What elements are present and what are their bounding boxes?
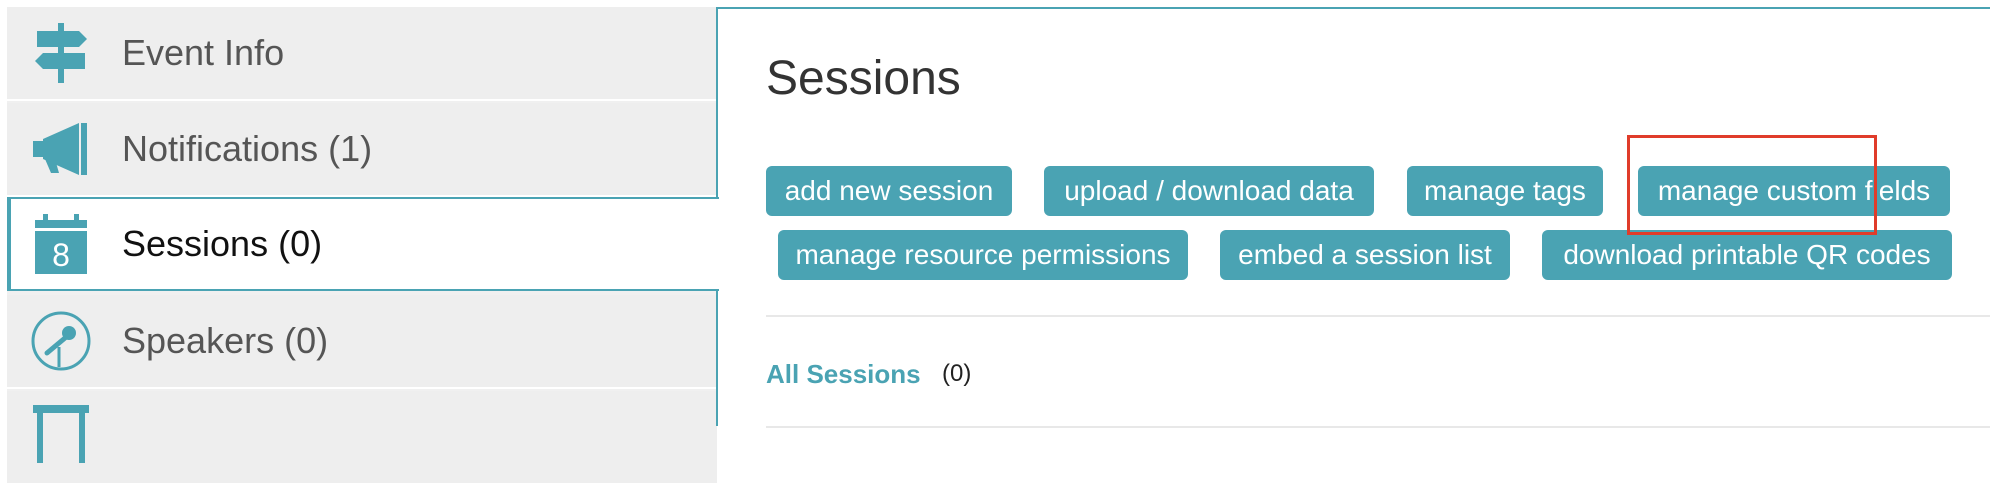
calendar-icon: 8 [27,210,95,278]
sidebar-item-sessions[interactable]: 8 Sessions (0) [7,197,719,291]
add-new-session-button[interactable]: add new session [766,166,1012,216]
download-qr-codes-button[interactable]: download printable QR codes [1542,230,1952,280]
manage-tags-button[interactable]: manage tags [1407,166,1603,216]
all-sessions-filter[interactable]: All Sessions [766,359,921,390]
sidebar-item-label: Speakers (0) [122,320,329,361]
session-count: (0) [942,360,972,387]
calendar-icon-number: 8 [52,237,70,273]
sidebar-item-exhibitors[interactable] [7,391,717,485]
manage-custom-fields-button[interactable]: manage custom fields [1638,166,1950,216]
sidebar-item-label: Sessions (0) [122,223,323,264]
main-panel: Sessions add new session upload / downlo… [716,7,1990,428]
signpost-icon [27,19,95,87]
page-title: Sessions [766,52,961,105]
sidebar-item-notifications[interactable]: Notifications (1) [7,103,717,197]
exhibitor-booth-icon [27,399,95,467]
megaphone-icon [27,115,95,183]
divider [766,315,1990,317]
sidebar-item-label: Notifications (1) [122,128,373,169]
sidebar-item-event-info[interactable]: Event Info [7,7,717,101]
upload-download-data-button[interactable]: upload / download data [1044,166,1374,216]
sidebar-item-speakers[interactable]: Speakers (0) [7,295,717,389]
manage-resource-permissions-button[interactable]: manage resource permissions [778,230,1188,280]
divider [766,426,1990,428]
sidebar: Event Info Notifications (1) 8 Sessions … [7,7,719,485]
sidebar-item-label: Event Info [122,32,285,73]
embed-session-list-button[interactable]: embed a session list [1220,230,1510,280]
microphone-icon [27,307,95,375]
